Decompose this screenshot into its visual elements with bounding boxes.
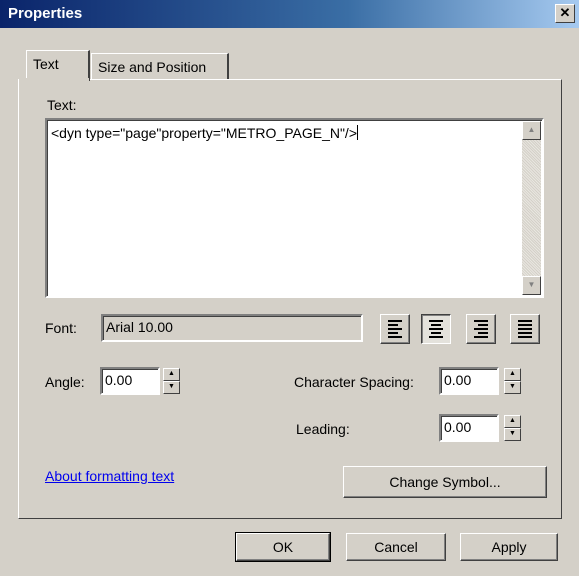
spin-down-icon: ▼ <box>168 383 175 390</box>
align-center-button[interactable] <box>421 314 451 344</box>
ok-label: OK <box>272 539 294 555</box>
character-spacing-spinner[interactable]: ▲ ▼ <box>504 368 521 394</box>
font-label: Font: <box>45 320 77 336</box>
cancel-button[interactable]: Cancel <box>346 533 446 561</box>
scroll-down-button[interactable]: ▼ <box>522 276 541 295</box>
leading-spin-up[interactable]: ▲ <box>504 415 521 428</box>
spin-down-icon: ▼ <box>509 383 516 390</box>
angle-spinner[interactable]: ▲ ▼ <box>163 368 180 394</box>
change-symbol-button[interactable]: Change Symbol... <box>343 466 547 498</box>
ok-button[interactable]: OK <box>235 532 331 562</box>
spin-up-icon: ▲ <box>168 370 175 377</box>
tab-size-and-position-label: Size and Position <box>98 59 207 75</box>
scroll-up-icon: ▲ <box>527 125 536 134</box>
text-caret <box>357 125 358 140</box>
character-spacing-input[interactable]: 0.00 <box>439 367 499 395</box>
leading-label: Leading: <box>296 421 350 437</box>
leading-input[interactable]: 0.00 <box>439 414 499 442</box>
about-formatting-text-link[interactable]: About formatting text <box>45 468 174 484</box>
spin-down-icon: ▼ <box>509 430 516 437</box>
angle-label: Angle: <box>45 374 85 390</box>
angle-spin-down[interactable]: ▼ <box>163 381 180 394</box>
close-button[interactable]: ✕ <box>555 4 575 23</box>
leading-spinner[interactable]: ▲ ▼ <box>504 415 521 441</box>
cancel-label: Cancel <box>374 539 418 555</box>
tab-panel-divider-cover <box>19 78 89 81</box>
align-left-icon <box>388 320 402 322</box>
apply-label: Apply <box>491 539 527 555</box>
angle-value: 0.00 <box>105 372 133 388</box>
font-value: Arial 10.00 <box>106 319 173 335</box>
align-center-icon <box>429 320 443 322</box>
text-input-content: <dyn type="page"property="METRO_PAGE_N"/… <box>51 125 358 141</box>
scroll-down-icon: ▼ <box>527 280 536 289</box>
character-spacing-value: 0.00 <box>444 372 472 388</box>
align-justify-icon <box>518 320 532 322</box>
leading-value: 0.00 <box>444 419 472 435</box>
character-spacing-label: Character Spacing: <box>294 374 414 390</box>
spin-up-icon: ▲ <box>509 370 516 377</box>
tab-text[interactable]: Text <box>26 50 90 81</box>
window-title: Properties <box>8 5 83 22</box>
tab-size-and-position[interactable]: Size and Position <box>91 53 229 80</box>
apply-button[interactable]: Apply <box>460 533 558 561</box>
font-field: Arial 10.00 <box>101 314 363 342</box>
align-left-button[interactable] <box>380 314 410 344</box>
angle-input[interactable]: 0.00 <box>100 367 160 395</box>
change-symbol-label: Change Symbol... <box>389 474 501 490</box>
text-input[interactable]: <dyn type="page"property="METRO_PAGE_N"/… <box>45 118 544 298</box>
leading-spin-down[interactable]: ▼ <box>504 428 521 441</box>
align-justify-button[interactable] <box>510 314 540 344</box>
tab-text-label: Text <box>33 56 59 72</box>
spin-up-icon: ▲ <box>509 417 516 424</box>
close-icon: ✕ <box>559 5 571 20</box>
align-right-icon <box>474 320 488 322</box>
scroll-up-button[interactable]: ▲ <box>522 121 541 140</box>
angle-spin-up[interactable]: ▲ <box>163 368 180 381</box>
character-spacing-spin-down[interactable]: ▼ <box>504 381 521 394</box>
align-right-button[interactable] <box>466 314 496 344</box>
character-spacing-spin-up[interactable]: ▲ <box>504 368 521 381</box>
title-bar: Properties ✕ <box>0 0 579 28</box>
text-scrollbar[interactable]: ▲ ▼ <box>522 121 541 295</box>
text-label: Text: <box>47 97 77 113</box>
